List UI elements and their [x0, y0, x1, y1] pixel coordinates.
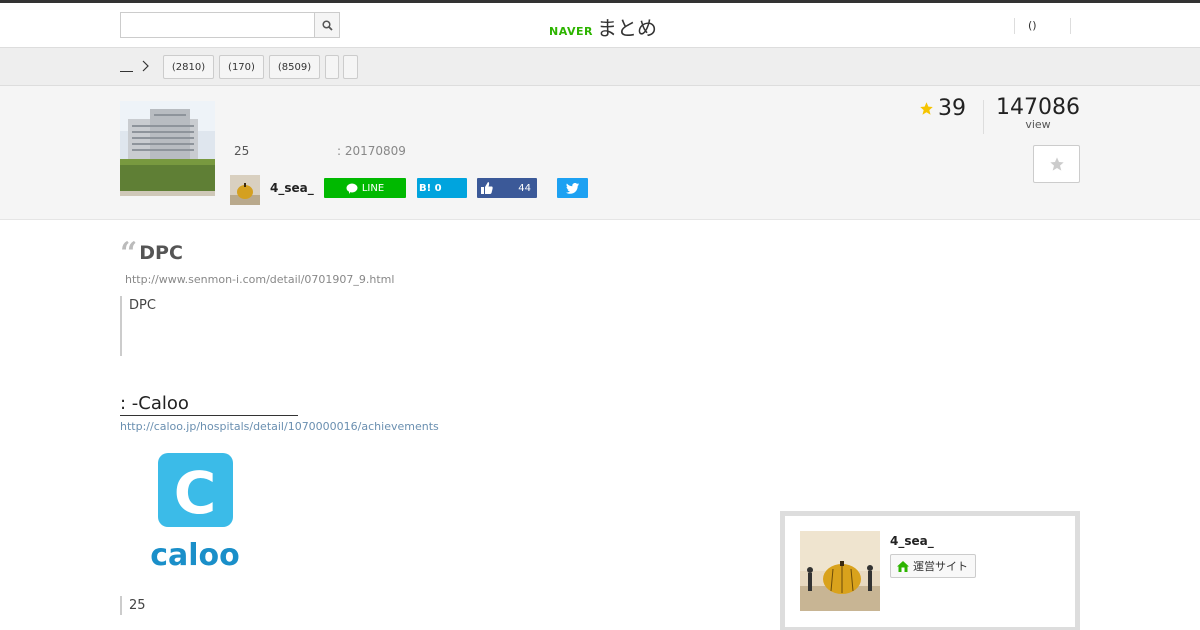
category-tag[interactable]: (2810): [163, 55, 214, 79]
view-count-number: 147086: [996, 95, 1080, 120]
site-logo[interactable]: NAVER まとめ: [549, 12, 657, 41]
link-item-title[interactable]: : -Caloo: [120, 393, 298, 416]
caloo-logo-image[interactable]: C caloo: [120, 438, 268, 584]
hatena-bookmark-button[interactable]: B! 0: [417, 178, 467, 198]
operated-site-label: 運営サイト: [913, 560, 968, 573]
quote-heading-text: DPC: [139, 242, 183, 264]
article-thumbnail[interactable]: [120, 101, 215, 196]
header-user-text: (): [1028, 19, 1037, 32]
item-note: 25: [120, 596, 146, 615]
line-share-label: LINE: [361, 182, 385, 194]
header-user-menu[interactable]: (): [1014, 18, 1071, 34]
site-header: NAVER まとめ (): [0, 3, 1200, 48]
caloo-logo-letter: C: [174, 459, 217, 527]
category-tag[interactable]: [343, 55, 358, 79]
chevron-right-icon: [141, 60, 149, 75]
category-bar: (2810) (170) (8509): [0, 48, 1200, 86]
link-item-url[interactable]: http://caloo.jp/hospitals/detail/1070000…: [120, 420, 439, 433]
search-box: [120, 12, 340, 38]
star-icon: [920, 102, 933, 115]
category-tag[interactable]: (8509): [269, 55, 320, 79]
quote-body: DPC: [120, 296, 620, 356]
article-item-count: 25: [234, 144, 250, 158]
article-content: “ DPC http://www.senmon-i.com/detail/070…: [0, 220, 1200, 630]
facebook-like-button[interactable]: 44: [477, 178, 537, 198]
logo-matome: まとめ: [596, 16, 657, 40]
add-favorite-button[interactable]: [1033, 145, 1080, 183]
author-card-avatar[interactable]: [800, 531, 880, 611]
facebook-like-count: 44: [518, 182, 531, 194]
matome-info-bar: 25 : 20170809 4_sea_ LINE B! 0 44 39 147…: [0, 86, 1200, 220]
twitter-share-button[interactable]: [557, 178, 588, 198]
operated-site-button[interactable]: 運営サイト: [890, 554, 976, 578]
quote-icon: “: [120, 236, 138, 271]
quote-heading: “ DPC: [120, 236, 183, 271]
favorite-count-number: 39: [938, 96, 966, 121]
category-tag[interactable]: (170): [219, 55, 264, 79]
view-count: 147086 view: [996, 95, 1080, 131]
category-tag[interactable]: [325, 55, 339, 79]
quote-source-link[interactable]: http://www.senmon-i.com/detail/0701907_9…: [125, 273, 394, 286]
quote-body-text: DPC: [129, 298, 156, 313]
search-input[interactable]: [121, 13, 315, 37]
search-button[interactable]: [314, 13, 339, 37]
thumbs-up-icon: [481, 182, 493, 194]
home-icon: [897, 560, 909, 572]
logo-naver: NAVER: [549, 25, 593, 38]
author-name[interactable]: 4_sea_: [270, 181, 314, 195]
article-updated-date: : 20170809: [337, 144, 406, 158]
author-avatar[interactable]: [230, 175, 260, 205]
author-card-name[interactable]: 4_sea_: [890, 534, 934, 548]
hatena-bookmark-label: B! 0: [419, 182, 442, 194]
search-icon: [321, 19, 333, 31]
caloo-logo-text: caloo: [150, 538, 240, 573]
category-home-link[interactable]: [120, 58, 133, 72]
favorite-count: 39: [919, 96, 966, 121]
line-icon: [346, 183, 358, 194]
line-share-button[interactable]: LINE: [324, 178, 406, 198]
star-outline-icon: [1049, 157, 1064, 171]
stats-divider: [983, 100, 984, 134]
author-card: 4_sea_ 運営サイト: [780, 511, 1080, 630]
twitter-icon: [566, 182, 579, 194]
